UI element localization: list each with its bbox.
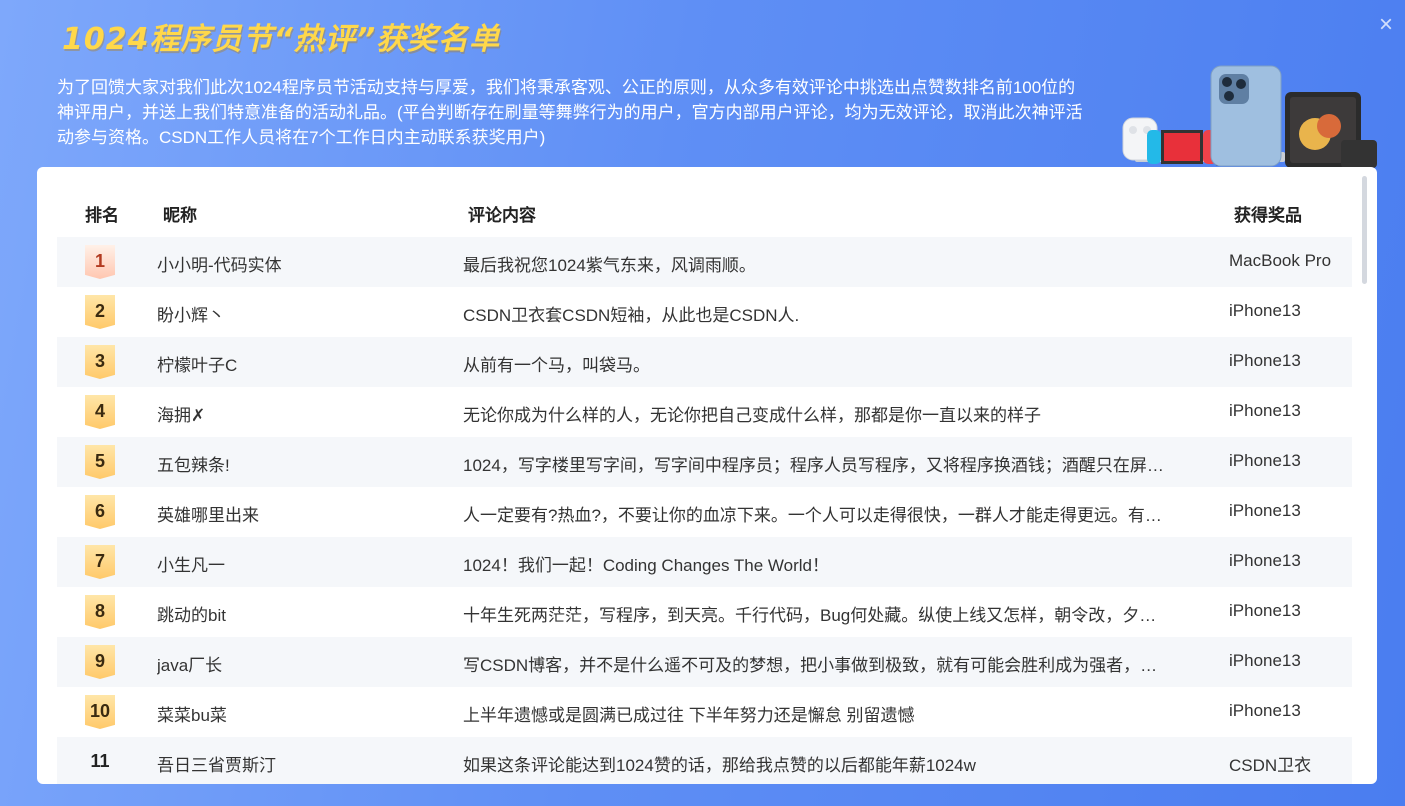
prize-text: iPhone13 [1229,351,1301,370]
rank-badge: 9 [85,645,115,679]
table-row: 5 五包辣条! 1024，写字楼里写字间，写字间中程序员；程序人员写程序，又将程… [57,437,1352,487]
prize-text: CSDN卫衣 [1229,756,1312,775]
prize-devices-illustration [1122,65,1377,168]
rank-number: 11 [90,751,110,771]
winners-panel: 排名 昵称 评论内容 获得奖品 1 小小明-代码实体 最后我祝您1024紫气东来… [37,167,1377,784]
prize-text: iPhone13 [1229,301,1301,320]
winner-name[interactable]: 五包辣条! [157,451,437,476]
table-row: 4 海拥✗ 无论你成为什么样的人，无论你把自己变成什么样，那都是你一直以来的样子… [57,387,1352,437]
winner-name[interactable]: 英雄哪里出来 [157,501,437,526]
table-row: 8 跳动的bit 十年生死两茫茫，写程序，到天亮。千行代码，Bug何处藏。纵使上… [57,587,1352,637]
prize-text: iPhone13 [1229,451,1301,470]
prize-text: iPhone13 [1229,601,1301,620]
column-header-comment: 评论内容 [468,206,536,225]
rank-badge: 4 [85,395,115,429]
rank-badge: 10 [85,695,115,729]
table-row: 9 java厂长 写CSDN博客，并不是什么遥不可及的梦想，把小事做到极致，就有… [57,637,1352,687]
winner-name[interactable]: 跳动的bit [157,601,437,626]
winner-name[interactable]: 菜菜bu菜 [157,701,437,726]
comment-text: 1024！我们一起！Coding Changes The World！ [463,556,829,575]
winner-name[interactable]: 吾日三省贾斯汀 [157,751,437,776]
comment-text: 1024，写字楼里写字间，写字间中程序员；程序人员写程序，又将程序换酒钱；酒醒只… [463,456,1164,475]
comment-text: CSDN卫衣套CSDN短袖，从此也是CSDN人. [463,306,800,325]
rank-badge: 8 [85,595,115,629]
prize-text: iPhone13 [1229,651,1301,670]
winners-table-body: 1 小小明-代码实体 最后我祝您1024紫气东来，风调雨顺。 MacBook P… [57,237,1352,784]
rank-badge: 7 [85,545,115,579]
rank-badge: 2 [85,295,115,329]
table-row: 1 小小明-代码实体 最后我祝您1024紫气东来，风调雨顺。 MacBook P… [57,237,1352,287]
column-header-prize: 获得奖品 [1234,206,1302,225]
table-row: 3 柠檬叶子C 从前有一个马，叫袋马。 iPhone13 [57,337,1352,387]
table-row: 7 小生凡一 1024！我们一起！Coding Changes The Worl… [57,537,1352,587]
prize-text: iPhone13 [1229,551,1301,570]
column-header-rank: 排名 [85,206,119,225]
comment-text: 无论你成为什么样的人，无论你把自己变成什么样，那都是你一直以来的样子 [463,406,1041,425]
page-title: 1024程序员节“热评”获奖名单 [62,22,501,57]
table-row: 10 菜菜bu菜 上半年遗憾或是圆满已成过往 下半年努力还是懈怠 别留遗憾 iP… [57,687,1352,737]
rank-badge: 6 [85,495,115,529]
table-row: 2 盼小辉丶 CSDN卫衣套CSDN短袖，从此也是CSDN人. iPhone13 [57,287,1352,337]
table-header: 排名 昵称 评论内容 获得奖品 [57,191,1352,231]
comment-text: 最后我祝您1024紫气东来，风调雨顺。 [463,256,756,275]
prize-text: iPhone13 [1229,501,1301,520]
table-row: 6 英雄哪里出来 人一定要有?热血?，不要让你的血凉下来。一个人可以走得很快，一… [57,487,1352,537]
comment-text: 人一定要有?热血?，不要让你的血凉下来。一个人可以走得很快，一群人才能走得更远。… [463,506,1162,525]
winner-name[interactable]: 小小明-代码实体 [157,251,437,276]
comment-text: 从前有一个马，叫袋马。 [463,356,650,375]
winner-name[interactable]: 盼小辉丶 [157,301,437,326]
comment-text: 写CSDN博客，并不是什么遥不可及的梦想，把小事做到极致，就有可能会胜利成为强者… [463,656,1158,675]
column-header-name: 昵称 [163,206,197,225]
rank-badge: 5 [85,445,115,479]
rank-badge: 3 [85,345,115,379]
table-row: 11 吾日三省贾斯汀 如果这条评论能达到1024赞的话，那给我点赞的以后都能年薪… [57,737,1352,784]
winner-name[interactable]: java厂长 [157,651,437,676]
comment-text: 十年生死两茫茫，写程序，到天亮。千行代码，Bug何处藏。纵使上线又怎样，朝令改，… [463,606,1157,625]
close-icon[interactable]: × [1376,13,1396,37]
rank-badge: 1 [85,245,115,279]
intro-text: 为了回馈大家对我们此次1024程序员节活动支持与厚爱，我们将秉承客观、公正的原则… [57,78,1083,147]
comment-text: 上半年遗憾或是圆满已成过往 下半年努力还是懈怠 别留遗憾 [463,706,915,725]
prize-text: iPhone13 [1229,401,1301,420]
scrollbar-thumb[interactable] [1362,176,1367,284]
prize-text: iPhone13 [1229,701,1301,720]
winner-name[interactable]: 海拥✗ [157,401,437,426]
prize-text: MacBook Pro [1229,251,1332,270]
comment-text: 如果这条评论能达到1024赞的话，那给我点赞的以后都能年薪1024w [463,756,976,775]
winner-name[interactable]: 柠檬叶子C [157,351,437,376]
winner-name[interactable]: 小生凡一 [157,551,437,576]
